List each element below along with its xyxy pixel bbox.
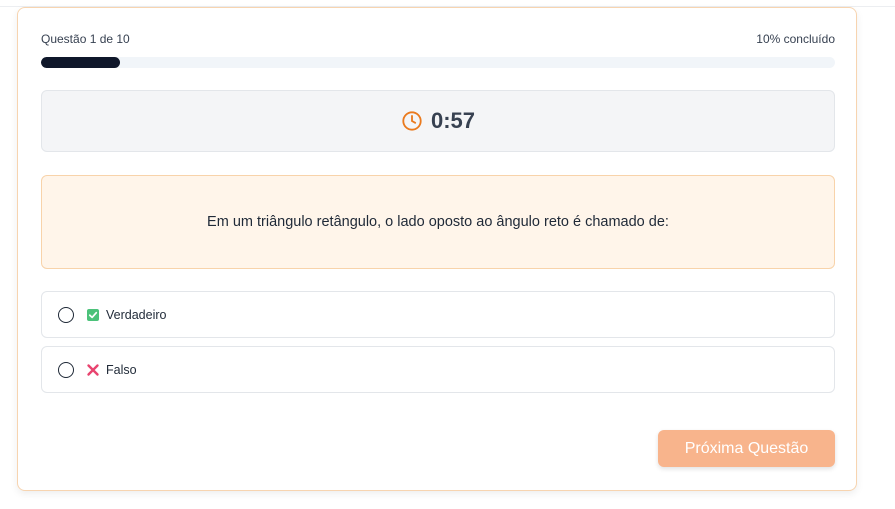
timer-panel: 0:57 [41,90,835,152]
quiz-card: Questão 1 de 10 10% concluído 0:57 Em um… [17,7,857,491]
clock-icon [402,111,422,131]
option-falso[interactable]: Falso [41,346,835,393]
progress-percent-label: 10% concluído [756,32,835,46]
option-verdadeiro[interactable]: Verdadeiro [41,291,835,338]
check-box-icon [86,308,100,322]
question-counter: Questão 1 de 10 [41,32,130,46]
timer-value: 0:57 [430,108,476,133]
option-label: Falso [106,362,137,377]
radio-button[interactable] [58,306,74,323]
question-panel: Em um triângulo retângulo, o lado oposto… [41,175,835,269]
progress-header: Questão 1 de 10 10% concluído [41,32,835,48]
progress-bar-fill [41,57,121,68]
next-question-button[interactable]: Próxima Questão [658,430,835,467]
radio-button[interactable] [58,361,74,378]
cross-icon [86,363,100,377]
question-text: Em um triângulo retângulo, o lado oposto… [207,214,669,230]
progress-bar [41,57,835,68]
option-label: Verdadeiro [106,307,167,322]
